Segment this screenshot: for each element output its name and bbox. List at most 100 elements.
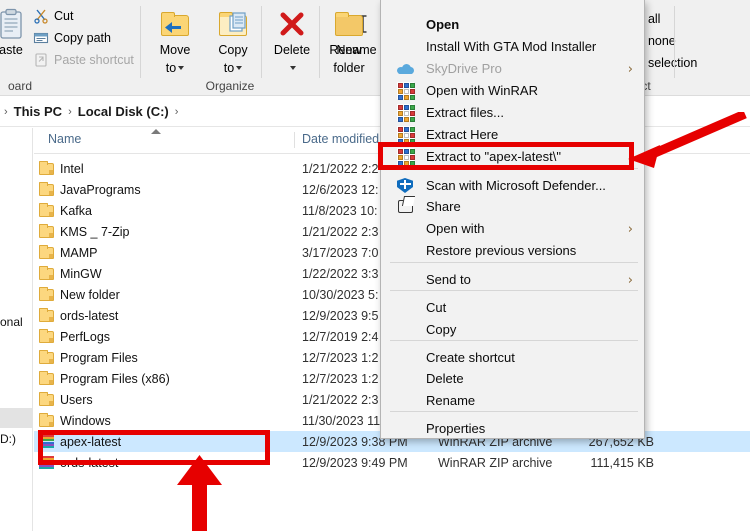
cell-date: 1/22/2022 3:3 [302,267,378,281]
chevron-right-icon: › [628,62,633,77]
menu-item[interactable]: Extract to "apex-latest\" [382,146,645,167]
folder-icon [38,412,55,429]
new-folder-label-2: folder [333,62,364,76]
archive-icon [38,454,55,471]
cell-date: 10/30/2023 5: [302,288,378,302]
new-folder-icon [333,8,365,40]
nav-item-professional[interactable]: onal [0,315,23,329]
cell-date: 1/21/2022 2:2 [302,162,378,176]
breadcrumb-separator-1: › [68,106,72,118]
menu-item[interactable]: Rename [382,390,645,411]
cut-button[interactable]: Cut [30,5,76,26]
scissors-icon [33,8,49,24]
file-explorer-window: aste Cut [0,0,750,531]
cell-name: MinGW [60,267,102,281]
cell-date: 12/6/2023 12: [302,183,378,197]
menu-item[interactable]: Copy [382,319,645,340]
delete-x-icon [276,8,308,40]
cell-name: New folder [60,288,120,302]
menu-item-label: Create shortcut [426,350,515,365]
menu-item[interactable]: Scan with Microsoft Defender... [382,175,645,196]
cell-name: Program Files (x86) [60,372,170,386]
move-to-button[interactable]: Move to [146,0,204,75]
menu-item[interactable]: Create shortcut [382,347,645,368]
move-to-icon [159,8,191,40]
column-header-name[interactable]: Name [48,132,81,146]
cell-name: Kafka [60,204,92,218]
menu-item-label: Send to [426,272,471,287]
cell-name: ords-latest [60,309,118,323]
chevron-right-icon: › [628,222,633,237]
cell-date: 12/9/2023 9:5 [302,309,378,323]
menu-item-label: Open [426,17,459,32]
nav-item-drive-d[interactable]: D:) [0,432,16,446]
menu-item[interactable]: Share [382,196,645,217]
menu-item[interactable]: Extract files... [382,102,645,123]
menu-separator [390,168,638,169]
table-row[interactable]: ords-latest12/9/2023 9:49 PMWinRAR ZIP a… [34,452,750,473]
cell-date: 1/21/2022 2:3 [302,225,378,239]
move-to-label-1: Move [160,44,191,58]
select-none-label: t none [641,34,676,48]
menu-item-label: SkyDrive Pro [426,61,502,76]
navigation-pane: onal D:) [0,128,33,531]
column-divider-1[interactable] [294,132,295,148]
ribbon-divider-organize-inner [261,6,262,78]
menu-item[interactable]: SkyDrive Pro › [382,58,645,79]
menu-separator [390,262,638,263]
copy-path-icon [33,30,49,46]
menu-item[interactable]: Extract Here [382,124,645,145]
menu-item[interactable]: Restore previous versions [382,240,645,261]
nav-selected-highlight [0,408,33,428]
menu-item-label: Share [426,199,461,214]
ribbon-group-organize: Move to Copy to [141,0,319,96]
cell-name: Program Files [60,351,138,365]
menu-item-label: Scan with Microsoft Defender... [426,178,606,193]
invert-selection-label: t selection [641,56,697,70]
paste-shortcut-button[interactable]: Paste shortcut [30,49,137,70]
menu-item[interactable]: Open with WinRAR [382,80,645,101]
new-folder-button[interactable]: New folder [320,0,378,75]
menu-separator [390,290,638,291]
context-menu: Open Install With GTA Mod Installer SkyDri… [380,0,645,439]
copy-to-icon [217,8,249,40]
menu-item[interactable]: Delete [382,368,645,389]
cell-name: MAMP [60,246,98,260]
menu-item[interactable]: Install With GTA Mod Installer [382,36,645,57]
menu-item-label: Properties [426,421,485,436]
menu-separator [390,340,638,341]
breadcrumb-item-local-disk-c[interactable]: Local Disk (C:) [78,104,169,119]
cell-name: ords-latest [60,456,118,470]
menu-item-label: Restore previous versions [426,243,576,258]
menu-item[interactable]: Cut [382,297,645,318]
copy-to-label-1: Copy [218,44,247,58]
ribbon-group-clipboard-label: oard [0,79,70,93]
invert-selection-button[interactable]: t selection [638,52,700,73]
menu-item-label: Cut [426,300,446,315]
ribbon-divider-3 [674,6,675,78]
delete-button[interactable]: Delete [263,0,321,75]
menu-item[interactable]: Properties [382,418,645,439]
share-icon [397,198,414,215]
menu-item[interactable]: Open [382,14,645,35]
winrar-icon [397,148,414,165]
folder-icon [38,202,55,219]
menu-item-label: Install With GTA Mod Installer [426,39,596,54]
copy-path-button[interactable]: Copy path [30,27,114,48]
copy-to-button[interactable]: Copy to [204,0,262,75]
ribbon-group-clipboard: aste Cut [0,0,140,96]
defender-icon [397,177,414,194]
winrar-icon [397,82,414,99]
folder-icon [38,307,55,324]
clipboard-icon [0,8,27,40]
column-header-date-modified[interactable]: Date modified [302,132,379,146]
breadcrumb-separator-0: › [4,106,8,118]
cell-name: apex-latest [60,435,121,449]
cell-name: Intel [60,162,84,176]
folder-icon [38,181,55,198]
menu-item[interactable]: Send to› [382,269,645,290]
cell-date: 3/17/2023 7:0 [302,246,378,260]
menu-item-label: Extract files... [426,105,504,120]
menu-item[interactable]: Open with› [382,218,645,239]
breadcrumb-item-this-pc[interactable]: This PC [14,104,62,119]
